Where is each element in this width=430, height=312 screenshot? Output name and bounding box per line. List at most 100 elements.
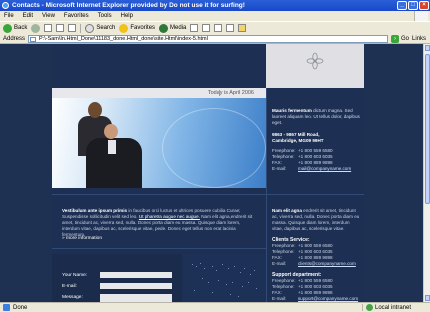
map-dot [218, 280, 219, 281]
company-name: Mauris fermentum [272, 108, 312, 113]
links-label[interactable]: Links [412, 36, 426, 42]
refresh-icon[interactable] [56, 24, 65, 32]
print-icon[interactable] [214, 24, 223, 32]
map-dot [230, 294, 231, 295]
search-label: Search [96, 25, 116, 31]
address-label: Address [3, 35, 26, 42]
menu-file[interactable]: File [4, 13, 14, 19]
intro-link[interactable]: Ut pharetra augue nec augue. [139, 214, 200, 219]
logo-box [266, 44, 364, 88]
hero-image [52, 98, 266, 188]
history-icon[interactable] [190, 24, 199, 32]
email-input[interactable] [100, 283, 172, 289]
go-label: Go [401, 35, 410, 42]
map-dot [226, 284, 227, 285]
vertical-scrollbar[interactable] [423, 44, 430, 302]
message-label: Message: [62, 295, 83, 300]
back-arrow-icon [3, 23, 12, 33]
map-dot [204, 268, 205, 269]
globe-graphic [162, 108, 266, 188]
map-dot [244, 268, 245, 269]
clients-email-row: E-mail: clients@companyname.com [272, 261, 360, 267]
media-button[interactable]: Media [159, 23, 187, 33]
status-text: Done [13, 304, 28, 311]
security-zone: Local intranet [362, 304, 411, 311]
search-button[interactable]: Search [85, 23, 116, 33]
map-dot [238, 296, 239, 297]
map-dot [240, 272, 241, 273]
world-map-graphic [182, 254, 266, 302]
web-page: Today is April 2006 Mauris fermentum dic… [52, 44, 364, 302]
map-dot [200, 263, 201, 264]
company-info: Mauris fermentum dictum magna. Sed laore… [272, 108, 360, 172]
menu-help[interactable]: Help [121, 13, 133, 19]
map-dot [228, 268, 229, 269]
email-field-label: E-mail: [62, 284, 77, 289]
scroll-up-arrow-icon[interactable] [425, 45, 430, 51]
go-button[interactable]: › Go [391, 34, 410, 43]
menu-favorites[interactable]: Favorites [64, 13, 89, 19]
menu-tools[interactable]: Tools [98, 13, 112, 19]
map-dot [256, 288, 257, 289]
window-titlebar: Contacts - Microsoft Internet Explorer p… [0, 0, 430, 11]
address-input[interactable]: P:\-Sam\In.Html_Done\11183_done.Html_don… [28, 34, 389, 43]
map-dot [254, 270, 255, 271]
contact-form: Your Name: E-mail: Message: [52, 254, 182, 302]
favorites-button[interactable]: Favorites [119, 23, 156, 33]
date-bar: Today is April 2006 [52, 88, 266, 98]
map-dot [232, 282, 233, 283]
window-controls: _ □ × [397, 1, 429, 10]
windows-logo-icon [414, 11, 428, 21]
back-button[interactable]: Back [3, 23, 28, 33]
map-dot [212, 266, 213, 267]
media-icon [159, 23, 169, 33]
page-done-icon [3, 304, 10, 311]
window-title: Contacts - Microsoft Internet Explorer p… [12, 2, 245, 9]
mail-icon[interactable] [202, 24, 211, 32]
flower-logo-icon [306, 52, 324, 70]
message-textarea[interactable] [100, 294, 172, 302]
man-shirt [108, 140, 116, 154]
man-head [104, 124, 118, 139]
clients-email-link[interactable]: clients@companyname.com [298, 261, 356, 267]
map-dot [202, 278, 203, 279]
home-icon[interactable] [68, 24, 77, 32]
intranet-zone-icon [366, 304, 373, 311]
star-icon [119, 23, 129, 33]
menu-view[interactable]: View [42, 13, 55, 19]
folder-icon[interactable] [238, 24, 247, 32]
scroll-down-arrow-icon[interactable] [425, 295, 430, 301]
clients-email-label: E-mail: [272, 261, 287, 266]
intro-bold: Vestibulum ante ipsum primis [62, 208, 128, 213]
page-icon [30, 36, 37, 42]
name-input[interactable] [100, 272, 172, 278]
map-dot [248, 282, 249, 283]
email-link[interactable]: mail@companyname.com [298, 166, 351, 172]
section-divider [52, 194, 364, 195]
stop-icon[interactable] [44, 24, 53, 32]
search-icon [85, 23, 95, 33]
menu-edit[interactable]: Edit [23, 13, 33, 19]
favorites-label: Favorites [130, 25, 156, 31]
close-button[interactable]: × [419, 1, 429, 10]
edit-icon[interactable] [226, 24, 235, 32]
media-label: Media [170, 25, 187, 31]
address-url: P:\-Sam\In.Html_Done\11183_done.Html_don… [39, 35, 208, 42]
browser-viewport: Today is April 2006 Mauris fermentum dic… [0, 44, 430, 302]
maximize-button[interactable]: □ [408, 1, 418, 10]
go-arrow-icon: › [391, 34, 400, 43]
map-dot [196, 266, 197, 267]
forward-arrow-icon [31, 23, 41, 33]
email-label: E-mail: [272, 166, 287, 171]
back-label: Back [14, 25, 28, 31]
contact-departments: Nam elit agna endrerit sit amet, tincidu… [272, 208, 360, 302]
name-label: Your Name: [62, 273, 88, 278]
map-dot [212, 292, 213, 293]
scrollbar-thumb[interactable] [425, 54, 430, 204]
forward-button[interactable] [31, 23, 41, 33]
minimize-button[interactable]: _ [397, 1, 407, 10]
toolbar: Back Search Favorites Media [0, 21, 430, 34]
map-dot [242, 286, 243, 287]
more-information-link[interactable]: » more information [62, 236, 102, 241]
intro-paragraph: Vestibulum ante ipsum primis in faucibus… [62, 208, 258, 238]
